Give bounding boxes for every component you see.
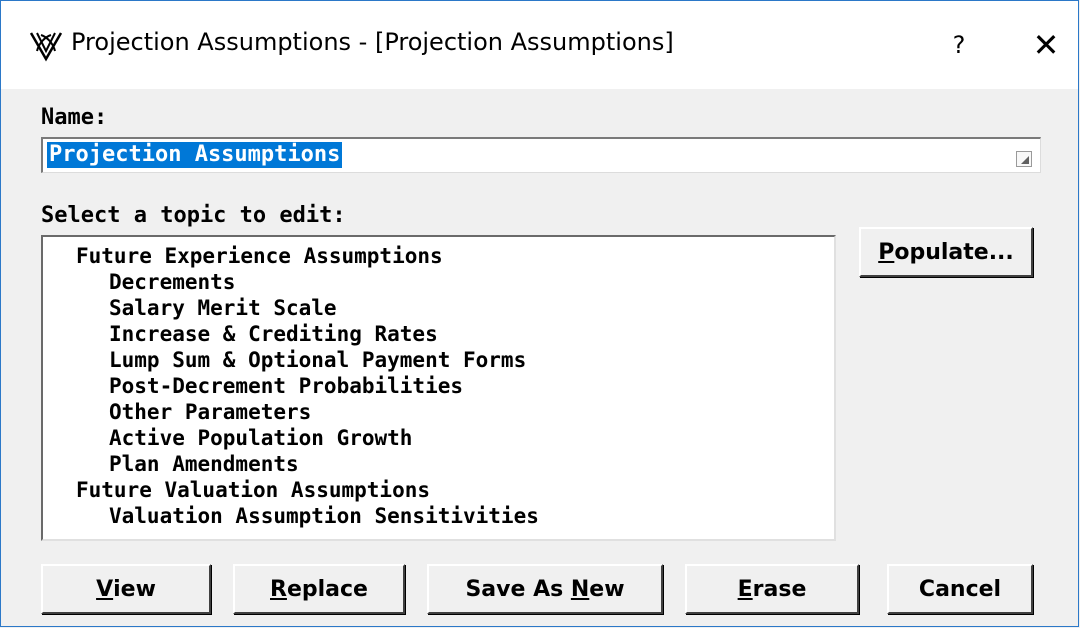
erase-button-mnemonic: E: [737, 576, 753, 602]
topic-label: Select a topic to edit:: [41, 203, 346, 228]
app-logo-icon: [29, 32, 63, 62]
list-item[interactable]: Post-Decrement Probabilities: [109, 373, 463, 399]
close-button[interactable]: ✕: [1021, 23, 1071, 67]
list-item[interactable]: Future Valuation Assumptions: [76, 477, 430, 503]
view-button-label-post: iew: [113, 576, 156, 602]
list-item[interactable]: Increase & Crediting Rates: [109, 321, 438, 347]
populate-button[interactable]: Populate...: [859, 227, 1033, 277]
window-title: Projection Assumptions - [Projection Ass…: [71, 28, 674, 56]
replace-button[interactable]: Replace: [233, 564, 405, 614]
save-as-new-button-mnemonic: N: [570, 576, 590, 602]
title-bar[interactable]: Projection Assumptions - [Projection Ass…: [1, 1, 1078, 89]
help-button[interactable]: ?: [937, 23, 981, 67]
close-icon[interactable]: ✕: [1033, 26, 1060, 64]
erase-button-label-post: rase: [752, 576, 807, 602]
replace-button-mnemonic: R: [270, 576, 287, 602]
name-input[interactable]: Projection Assumptions: [41, 137, 1041, 173]
list-item[interactable]: Future Experience Assumptions: [76, 243, 443, 269]
list-item[interactable]: Salary Merit Scale: [109, 295, 337, 321]
list-item[interactable]: Valuation Assumption Sensitivities: [109, 503, 539, 529]
field-browse-icon[interactable]: [1016, 151, 1032, 167]
list-item[interactable]: Lump Sum & Optional Payment Forms: [109, 347, 526, 373]
cancel-button-label: Cancel: [918, 576, 1002, 602]
list-item[interactable]: Active Population Growth: [109, 425, 412, 451]
save-as-new-button-label-pre: Save As: [465, 576, 571, 602]
cancel-button[interactable]: Cancel: [887, 564, 1033, 614]
view-button-mnemonic: V: [96, 576, 114, 602]
name-input-value[interactable]: Projection Assumptions: [47, 142, 343, 168]
name-label: Name:: [41, 105, 108, 130]
view-button[interactable]: View: [41, 564, 211, 614]
list-item[interactable]: Decrements: [109, 269, 235, 295]
populate-button-mnemonic: P: [878, 239, 895, 265]
erase-button[interactable]: Erase: [685, 564, 859, 614]
list-item[interactable]: Plan Amendments: [109, 451, 299, 477]
save-as-new-button[interactable]: Save As New: [427, 564, 663, 614]
dialog-window: Projection Assumptions - [Projection Ass…: [0, 0, 1079, 627]
topic-list[interactable]: Future Experience Assumptions Decrements…: [41, 235, 836, 541]
replace-button-label-post: eplace: [286, 576, 368, 602]
list-item[interactable]: Other Parameters: [109, 399, 311, 425]
populate-button-label-post: opulate...: [894, 239, 1014, 265]
save-as-new-button-label-post: ew: [589, 576, 625, 602]
